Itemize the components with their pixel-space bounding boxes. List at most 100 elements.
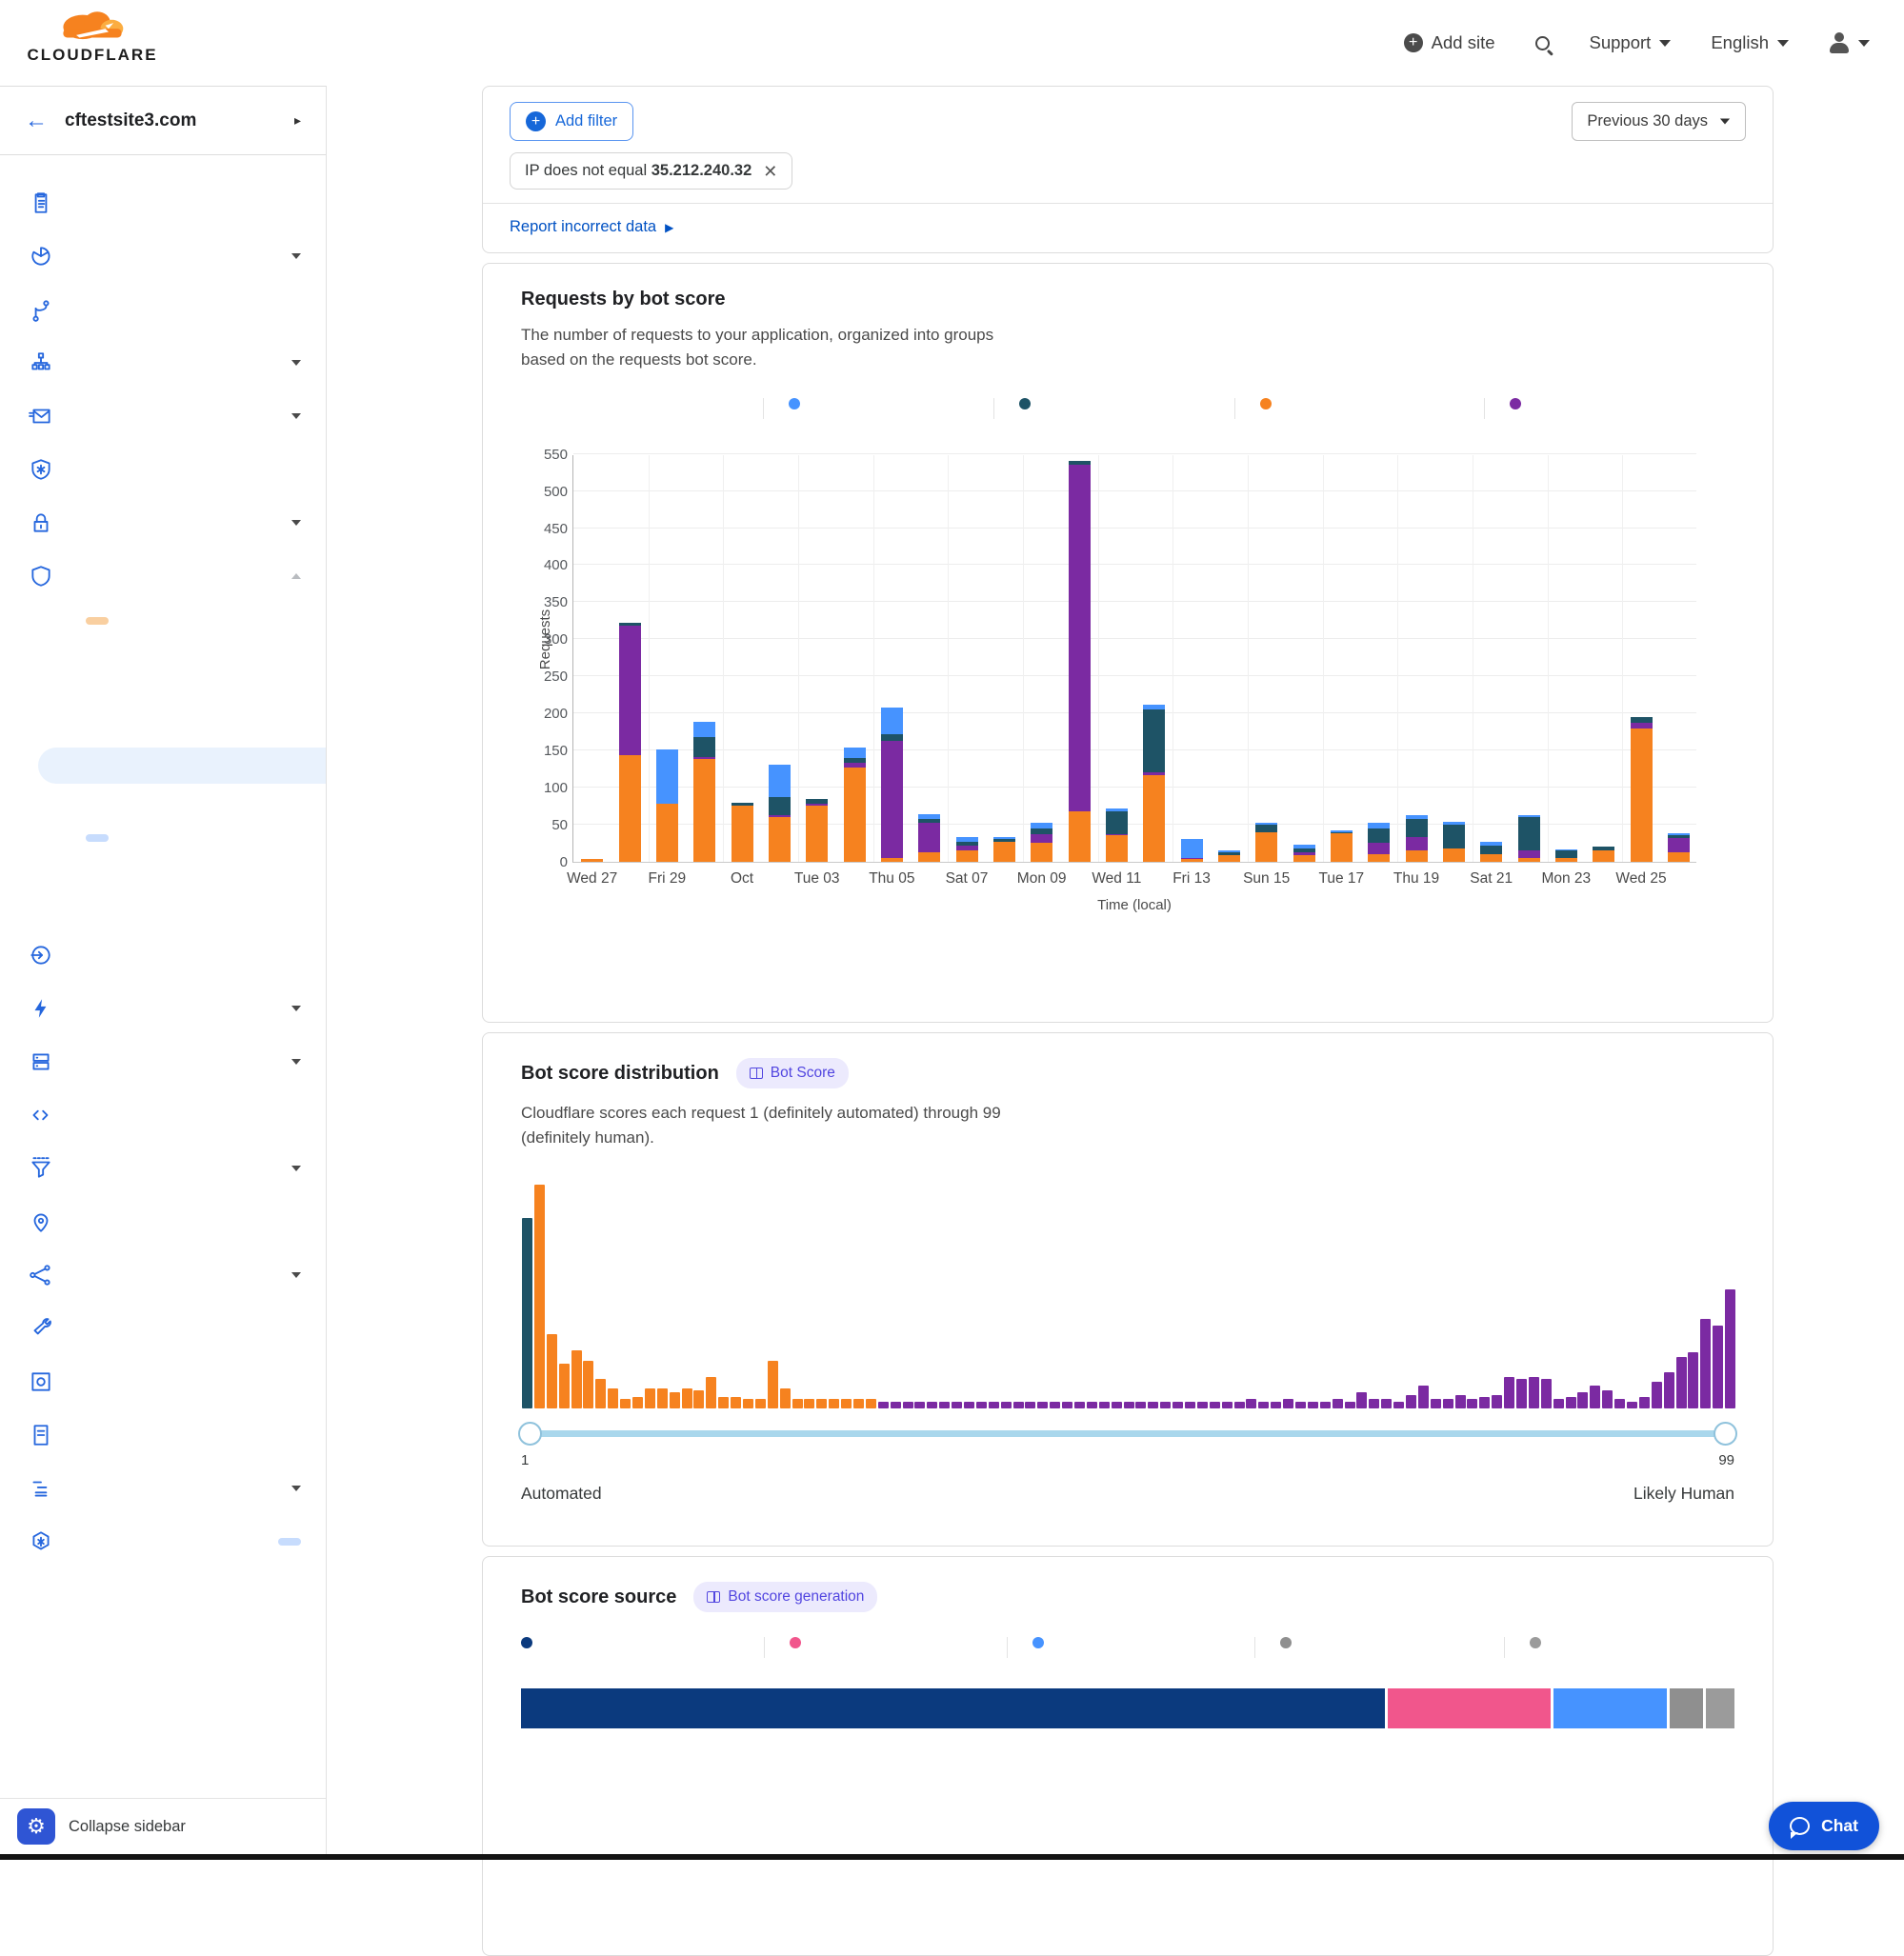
bar-segment-likely-human[interactable] bbox=[1106, 834, 1128, 836]
histogram-bar[interactable] bbox=[878, 1402, 889, 1408]
bar-segment-likely-automated[interactable] bbox=[956, 850, 978, 862]
bar-segment-likely-automated[interactable] bbox=[1293, 855, 1315, 861]
bar-segment-automated[interactable] bbox=[1555, 850, 1577, 858]
histogram-bar[interactable] bbox=[1172, 1402, 1183, 1408]
histogram-bar[interactable] bbox=[1381, 1399, 1392, 1407]
bar-segment-automated[interactable] bbox=[1069, 461, 1091, 465]
remove-filter-icon[interactable]: ✕ bbox=[763, 163, 777, 180]
histogram-bar[interactable] bbox=[1333, 1399, 1343, 1407]
bar-segment-likely-human[interactable] bbox=[1293, 852, 1315, 855]
collapse-sidebar-button[interactable]: Collapse sidebar bbox=[69, 1818, 186, 1836]
bar-segment-verified-bot[interactable] bbox=[1143, 705, 1165, 709]
histogram-bar[interactable] bbox=[1160, 1402, 1171, 1408]
bar-segment-likely-human[interactable] bbox=[1031, 834, 1052, 843]
sidebar-subitem-settings[interactable] bbox=[0, 892, 326, 928]
bar-segment-likely-automated[interactable] bbox=[806, 806, 828, 862]
histogram-bar[interactable] bbox=[1246, 1399, 1256, 1407]
sidebar-subitem-ddos[interactable] bbox=[0, 856, 326, 892]
sidebar-item-traffic[interactable] bbox=[0, 1248, 326, 1302]
histogram-bar[interactable] bbox=[620, 1399, 631, 1407]
bar-segment-likely-human[interactable] bbox=[1631, 723, 1653, 728]
support-menu[interactable]: Support bbox=[1590, 32, 1672, 53]
histogram-bar[interactable] bbox=[1393, 1402, 1404, 1408]
sidebar-item-speed[interactable] bbox=[0, 982, 326, 1035]
sidebar-item-ssl-tls[interactable] bbox=[0, 496, 326, 549]
bar-segment-likely-human[interactable] bbox=[956, 846, 978, 850]
bar-segment-verified-bot[interactable] bbox=[993, 837, 1015, 839]
bar-segment-likely-human[interactable] bbox=[1143, 772, 1165, 774]
histogram-bar[interactable] bbox=[1713, 1326, 1723, 1408]
bar-segment-likely-automated[interactable] bbox=[881, 858, 903, 862]
bar-segment-likely-automated[interactable] bbox=[581, 859, 603, 862]
histogram-bar[interactable] bbox=[1369, 1399, 1379, 1407]
bar-segment-likely-automated[interactable] bbox=[693, 759, 715, 862]
bar-segment-likely-automated[interactable] bbox=[1143, 775, 1165, 862]
sidebar-item-spectrum[interactable] bbox=[0, 443, 326, 496]
bar-segment-automated[interactable] bbox=[732, 803, 753, 806]
histogram-bar[interactable] bbox=[1614, 1399, 1625, 1407]
bar-segment-likely-automated[interactable] bbox=[993, 842, 1015, 862]
source-bar-segment-heuristics[interactable] bbox=[1388, 1688, 1551, 1728]
histogram-bar[interactable] bbox=[670, 1392, 680, 1407]
bar-segment-automated[interactable] bbox=[1480, 846, 1502, 854]
histogram-bar[interactable] bbox=[914, 1402, 925, 1408]
sidebar-item-scrape-shield[interactable] bbox=[0, 1408, 326, 1462]
histogram-bar[interactable] bbox=[1590, 1386, 1600, 1408]
histogram-bar[interactable] bbox=[706, 1377, 716, 1408]
histogram-bar[interactable] bbox=[1356, 1392, 1367, 1407]
sidebar-item-rules[interactable] bbox=[0, 1142, 326, 1195]
source-bar-segment-not-computed[interactable] bbox=[1706, 1688, 1734, 1728]
histogram-bar[interactable] bbox=[1185, 1402, 1195, 1408]
bar-segment-automated[interactable] bbox=[956, 842, 978, 846]
histogram-bar[interactable] bbox=[768, 1361, 778, 1407]
histogram-bar[interactable] bbox=[1566, 1397, 1576, 1408]
requests-chart[interactable]: Requests 0501001502002503003504004505005… bbox=[521, 455, 1734, 931]
sidebar-item-network[interactable] bbox=[0, 1195, 326, 1248]
histogram-bar[interactable] bbox=[792, 1399, 803, 1407]
histogram-bar[interactable] bbox=[1197, 1402, 1208, 1408]
histogram-bar[interactable] bbox=[780, 1388, 791, 1408]
bar-segment-likely-automated[interactable] bbox=[769, 817, 791, 862]
histogram-bar[interactable] bbox=[866, 1399, 876, 1407]
bar-segment-automated[interactable] bbox=[1368, 828, 1390, 844]
histogram-bar[interactable] bbox=[939, 1402, 950, 1408]
bar-segment-likely-automated[interactable] bbox=[1218, 855, 1240, 861]
histogram-bar[interactable] bbox=[1467, 1399, 1477, 1407]
bar-segment-likely-human[interactable] bbox=[1668, 838, 1690, 853]
histogram-bar[interactable] bbox=[1725, 1289, 1735, 1408]
bar-segment-verified-bot[interactable] bbox=[1218, 850, 1240, 852]
bar-segment-verified-bot[interactable] bbox=[918, 814, 940, 819]
bar-segment-likely-automated[interactable] bbox=[1443, 848, 1465, 862]
histogram-bar[interactable] bbox=[1087, 1402, 1097, 1408]
histogram-bar[interactable] bbox=[1479, 1397, 1490, 1408]
sidebar-item-overview[interactable] bbox=[0, 176, 326, 230]
histogram-bar[interactable] bbox=[571, 1350, 582, 1408]
report-incorrect-data-link[interactable]: Report incorrect data ▶ bbox=[510, 218, 673, 236]
histogram-bar[interactable] bbox=[547, 1334, 557, 1408]
bar-segment-automated[interactable] bbox=[1031, 828, 1052, 833]
histogram-bar[interactable] bbox=[1001, 1402, 1012, 1408]
sidebar-subitem-page-shield[interactable] bbox=[0, 711, 326, 748]
histogram-bar[interactable] bbox=[1283, 1399, 1293, 1407]
histogram-bar[interactable] bbox=[608, 1388, 618, 1408]
bar-segment-likely-automated[interactable] bbox=[1106, 835, 1128, 861]
language-menu[interactable]: English bbox=[1711, 32, 1789, 53]
bar-segment-likely-automated[interactable] bbox=[1181, 859, 1203, 861]
sidebar-item-workers-routes[interactable] bbox=[0, 1088, 326, 1142]
bar-segment-verified-bot[interactable] bbox=[1555, 849, 1577, 851]
bar-segment-verified-bot[interactable] bbox=[656, 749, 678, 804]
back-arrow-icon[interactable]: ← bbox=[25, 110, 48, 132]
bar-segment-verified-bot[interactable] bbox=[1368, 823, 1390, 828]
bar-segment-likely-automated[interactable] bbox=[656, 804, 678, 862]
histogram-bar[interactable] bbox=[1443, 1399, 1453, 1407]
histogram-bar[interactable] bbox=[693, 1390, 704, 1408]
histogram-bar[interactable] bbox=[1627, 1402, 1637, 1408]
bar-segment-automated[interactable] bbox=[1518, 817, 1540, 850]
histogram-bar[interactable] bbox=[522, 1218, 532, 1408]
histogram-bar[interactable] bbox=[1074, 1402, 1085, 1408]
bar-segment-likely-automated[interactable] bbox=[1518, 858, 1540, 862]
bar-segment-likely-human[interactable] bbox=[619, 626, 641, 755]
histogram-bar[interactable] bbox=[1492, 1395, 1502, 1408]
histogram-bar[interactable] bbox=[1258, 1402, 1269, 1408]
histogram-bar[interactable] bbox=[1124, 1402, 1134, 1408]
